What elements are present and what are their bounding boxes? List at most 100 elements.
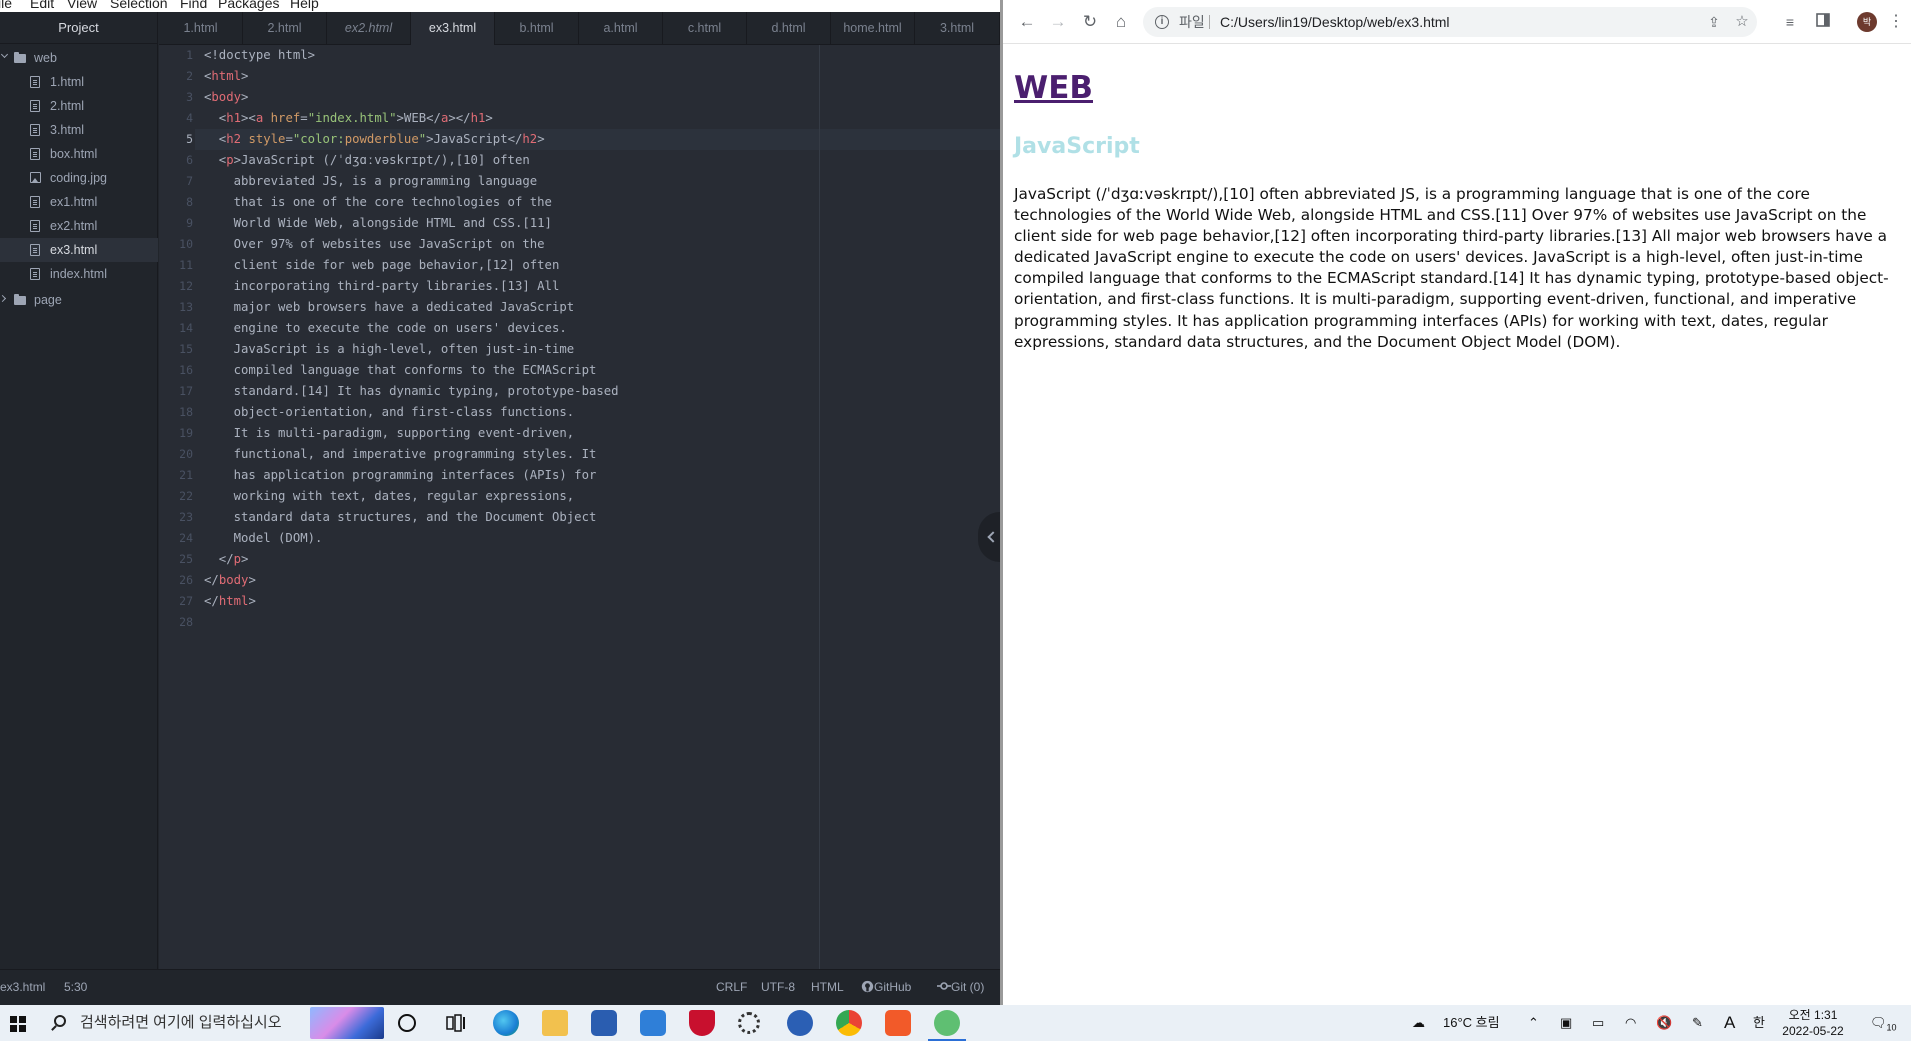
mcafee-icon[interactable] [689,1010,715,1036]
tab-d-html[interactable]: d.html [747,12,831,45]
weather-icon[interactable]: ☁ [1412,1005,1425,1041]
dock-toggle-button[interactable] [978,512,1000,562]
status-file-name[interactable]: ex3.html [0,970,45,1005]
tree-file[interactable]: box.html [0,142,158,166]
tab-home-html[interactable]: home.html [831,12,915,45]
chrome-icon[interactable] [836,1010,862,1036]
status-cursor-position[interactable]: 5:30 [64,970,87,1005]
tree-folder-web[interactable]: web [0,46,158,70]
web-home-link[interactable]: WEB [1014,70,1093,106]
volume-muted-icon[interactable]: 🔇 [1656,1005,1672,1041]
tree-file[interactable]: ex2.html [0,214,158,238]
line-number: 5 [186,132,193,146]
battery-icon[interactable]: ▭ [1592,1005,1604,1041]
reading-list-icon[interactable]: ≡ [1781,13,1799,31]
app-c-icon[interactable] [787,1010,813,1036]
tab-3-html[interactable]: 3.html [915,12,1000,45]
tab-1-html[interactable]: 1.html [159,12,243,45]
task-view-icon[interactable] [446,1014,466,1032]
tree-file[interactable]: index.html [0,262,158,286]
image-file-icon [30,172,41,183]
tab-c-html[interactable]: c.html [663,12,747,45]
cortana-icon[interactable] [398,1014,416,1032]
taskbar-search-box[interactable]: 검색하려면 여기에 입력하십시오 [42,1005,312,1041]
ime-mode-a[interactable]: A [1724,1005,1735,1041]
file-icon [30,76,40,88]
taskbar-clock[interactable]: 오전 1:31 2022-05-22 [1780,1007,1846,1039]
notification-icon[interactable]: 🗨10 [1870,1005,1897,1041]
taskbar-search-placeholder: 검색하려면 여기에 입력하십시오 [80,1014,282,1031]
status-line-ending[interactable]: CRLF [716,970,747,1005]
tree-file[interactable]: 1.html [0,70,158,94]
share-icon[interactable]: ⇪ [1705,13,1723,31]
search-highlight-image[interactable] [310,1007,384,1039]
reload-icon[interactable]: ↻ [1081,13,1099,31]
menu-selection[interactable]: Selection [110,0,168,11]
tray-app-icon[interactable]: ▣ [1560,1005,1572,1041]
status-github[interactable]: GitHub [861,970,911,1005]
code-token: </ [204,573,219,587]
site-info-icon[interactable]: i [1155,15,1169,29]
code-token: </ [204,594,219,608]
line-number: 13 [179,300,193,314]
bookmark-star-icon[interactable]: ☆ [1733,13,1751,31]
more-menu-icon[interactable]: ⋮ [1887,13,1905,31]
tree-file[interactable]: ex1.html [0,190,158,214]
network-icon[interactable]: ◠ [1625,1005,1636,1041]
code-token: > [241,90,249,104]
tab-2-html[interactable]: 2.html [243,12,327,45]
menu-packages[interactable]: Packages [218,0,279,11]
app-orange-icon[interactable] [885,1010,911,1036]
code-token: "color: [292,132,345,146]
pen-icon[interactable]: ✎ [1692,1005,1703,1041]
status-github-label: GitHub [874,980,912,994]
line-number: 7 [186,174,193,188]
menu-file[interactable]: ile [0,0,12,11]
tab-b-html[interactable]: b.html [495,12,579,45]
line-number: 9 [186,216,193,230]
address-bar[interactable]: i 파일 C:/Users/lin19/Desktop/web/ex3.html… [1143,7,1757,37]
ime-mode-hangul[interactable]: 한 [1753,1005,1765,1041]
line-number: 16 [179,363,193,377]
status-grammar[interactable]: HTML [811,970,844,1005]
microsoft-store-icon[interactable] [591,1010,617,1036]
weather-text[interactable]: 16°C 흐림 [1443,1005,1500,1041]
line-number: 24 [179,531,193,545]
tab-ex2-html[interactable]: ex2.html [327,12,411,45]
menu-edit[interactable]: Edit [30,0,54,11]
tab-a-html[interactable]: a.html [579,12,663,45]
settings-gear-icon[interactable] [738,1012,760,1034]
code-line: It is multi-paradigm, supporting event-d… [204,423,575,444]
tree-file[interactable]: 2.html [0,94,158,118]
back-arrow-icon[interactable]: ← [1018,13,1036,31]
edge-icon[interactable] [493,1010,519,1036]
code-line: JavaScript is a high-level, often just-i… [204,339,575,360]
code-editor[interactable]: 1 2 3 4 5 6 7 8 9 10 11 12 13 14 15 16 17 18 19 20 21 22 23 24 2… [159,45,1000,969]
tree-file[interactable]: coding.jpg [0,166,158,190]
profile-avatar[interactable]: 박 [1857,12,1877,32]
url-text[interactable]: C:/Users/lin19/Desktop/web/ex3.html [1220,7,1450,37]
menu-find[interactable]: Find [180,0,207,11]
tree-file-label: ex2.html [50,219,98,233]
menu-view[interactable]: View [67,0,97,11]
tree-file[interactable]: 3.html [0,118,158,142]
menu-help[interactable]: Help [290,0,319,11]
status-git[interactable]: Git (0) [937,970,984,1005]
status-bar: ex3.html 5:30 CRLF UTF-8 HTML GitHub Git… [0,969,1000,1005]
tree-file-selected[interactable]: ex3.html [0,238,158,262]
chrome-browser-window: ← → ↻ ⌂ i 파일 C:/Users/lin19/Desktop/web/… [1003,0,1911,1005]
windows-start-icon[interactable] [10,1016,26,1032]
atom-icon[interactable] [928,1010,966,1041]
mail-icon[interactable] [640,1010,666,1036]
tree-folder-page[interactable]: page [0,288,158,312]
tab-ex3-html[interactable]: ex3.html [411,12,495,46]
side-panel-icon[interactable] [1814,13,1832,31]
home-icon[interactable]: ⌂ [1112,13,1130,31]
status-encoding[interactable]: UTF-8 [761,970,795,1005]
tray-expand-icon[interactable]: ⌃ [1528,1005,1539,1041]
forward-arrow-icon[interactable]: → [1049,13,1067,31]
file-explorer-icon[interactable] [542,1010,568,1036]
line-number: 4 [186,111,193,125]
code-token: > [241,552,249,566]
